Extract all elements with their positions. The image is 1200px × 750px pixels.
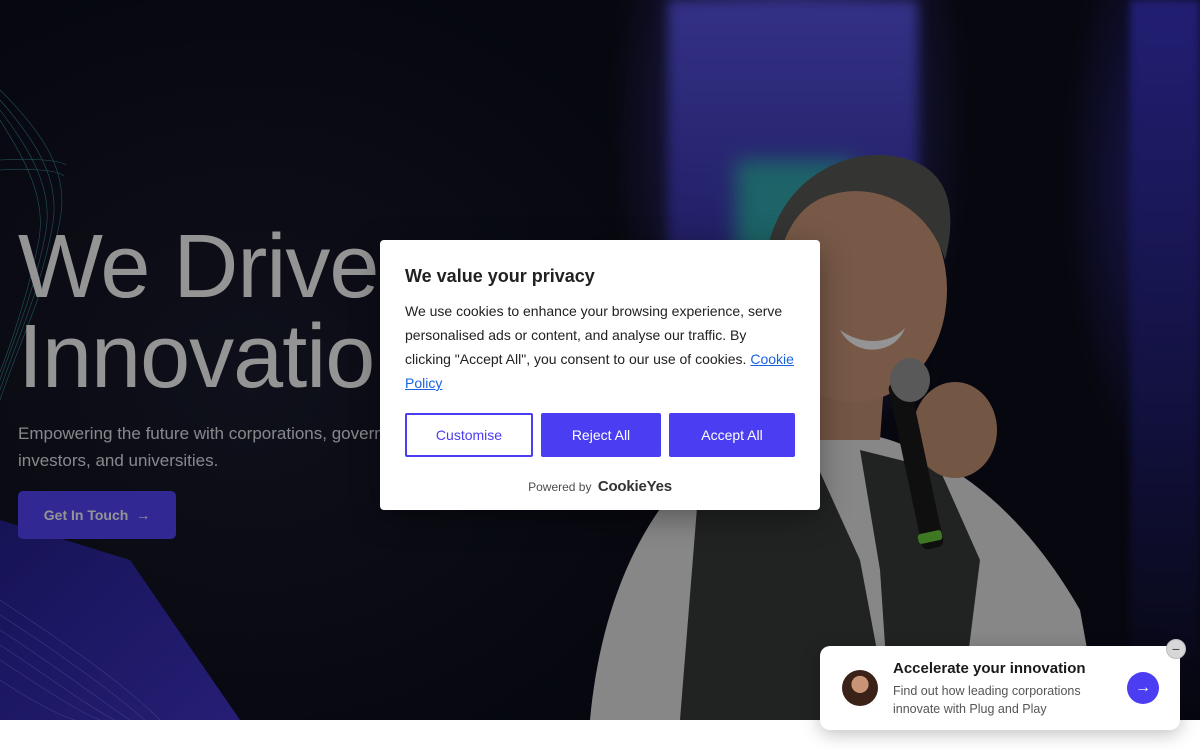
promo-arrow-button[interactable]: → <box>1127 672 1159 704</box>
minimize-promo-button[interactable]: − <box>1166 639 1186 659</box>
avatar <box>842 670 878 706</box>
accept-all-button[interactable]: Accept All <box>669 413 795 457</box>
promo-text: Find out how leading corporations innova… <box>893 684 1081 716</box>
powered-by: Powered by CookieYes <box>380 478 820 495</box>
cookie-description-text: We use cookies to enhance your browsing … <box>405 303 783 367</box>
arrow-right-icon: → <box>1135 679 1151 696</box>
reject-all-button[interactable]: Reject All <box>541 413 661 457</box>
cookie-title: We value your privacy <box>405 266 595 286</box>
powered-by-label: Powered by <box>528 480 592 494</box>
minus-icon: − <box>1171 641 1181 657</box>
cookie-consent-modal: We value your privacy We use cookies to … <box>380 240 820 510</box>
page: We Drive Innovation Empowering the futur… <box>0 0 1200 750</box>
promo-card[interactable]: Accelerate your innovation Find out how … <box>820 646 1180 730</box>
cookie-description: We use cookies to enhance your browsing … <box>405 299 795 395</box>
cookieyes-logo[interactable]: CookieYes <box>598 478 672 495</box>
promo-title: Accelerate your innovation <box>893 660 1086 677</box>
customise-button[interactable]: Customise <box>405 413 533 457</box>
cookie-button-group: Customise Reject All Accept All <box>405 413 795 457</box>
